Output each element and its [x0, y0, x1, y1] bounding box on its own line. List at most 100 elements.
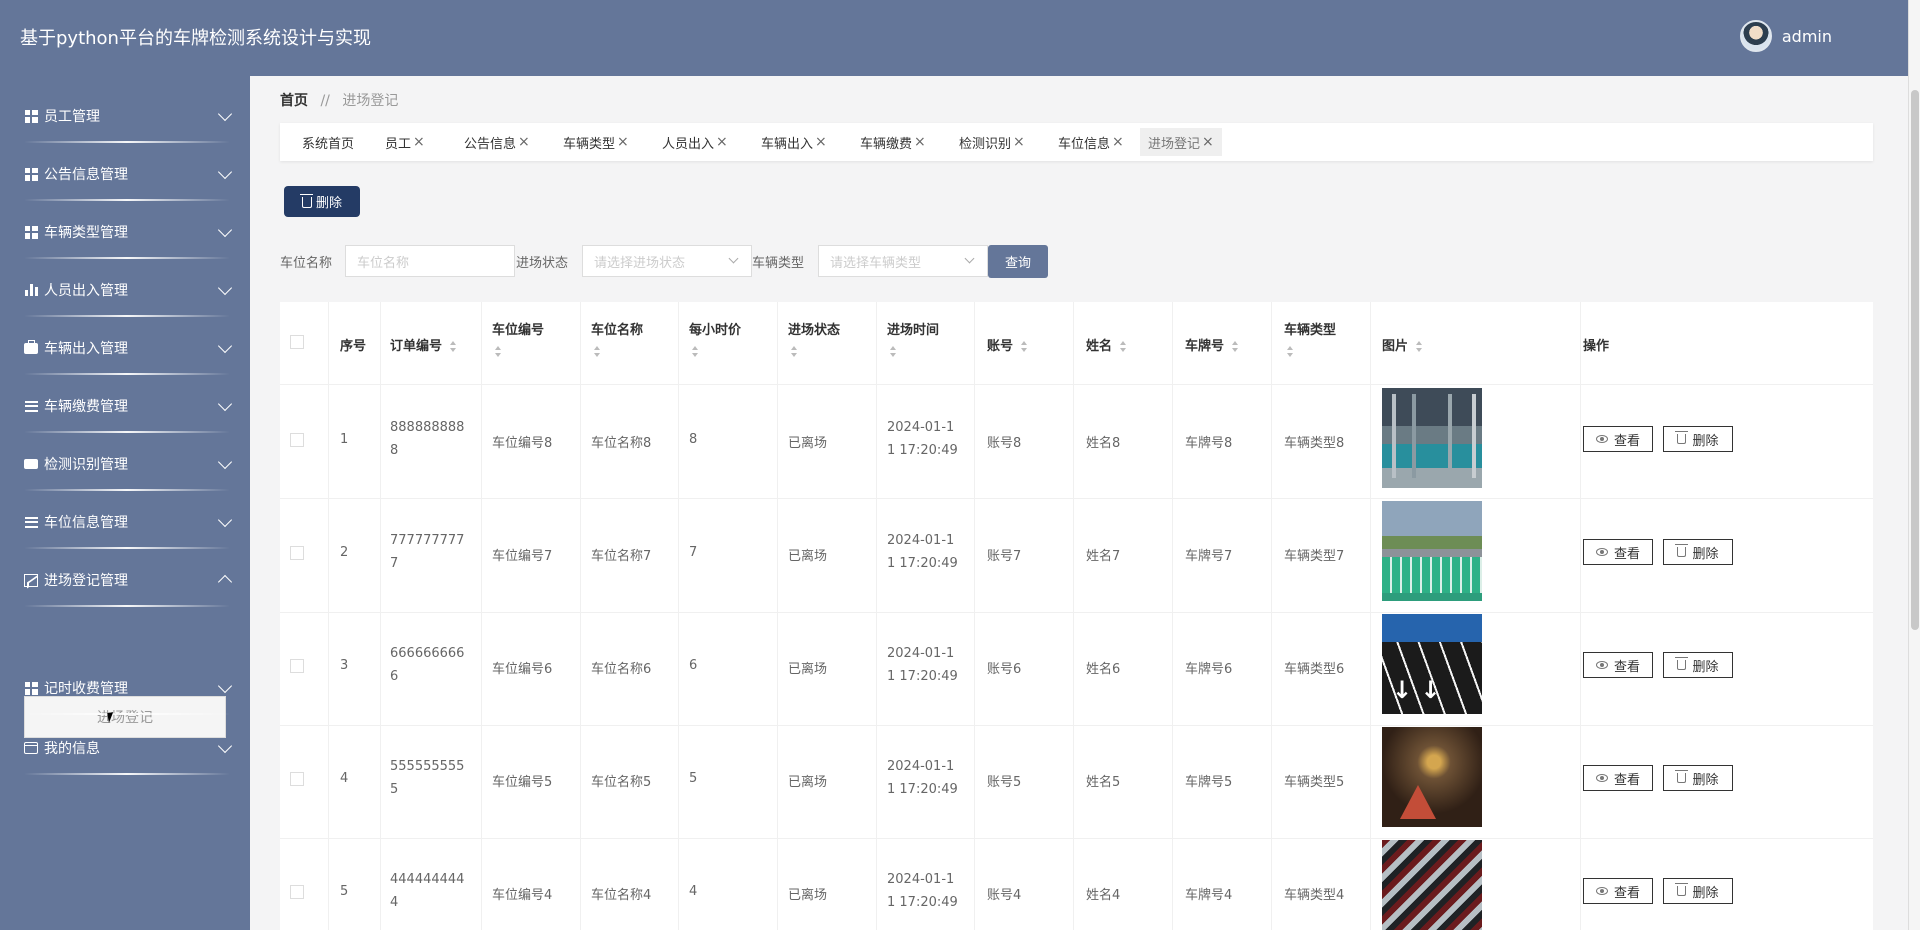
delete-button[interactable]: 删除 [1663, 652, 1733, 678]
column-header-entry-status[interactable]: 进场状态 [788, 319, 840, 357]
row-checkbox[interactable] [290, 546, 304, 560]
trash-icon [1675, 544, 1689, 557]
tab-parking-space[interactable]: 车位信息 × [1050, 128, 1132, 156]
sidebar-item-parking-space-management[interactable]: 车位信息管理 [24, 493, 233, 551]
view-button[interactable]: 查看 [1583, 539, 1653, 565]
close-icon[interactable]: × [617, 134, 629, 150]
sidebar-item-vehicle-type-management[interactable]: 车辆类型管理 [24, 203, 233, 261]
column-header-image[interactable]: 图片 [1382, 335, 1423, 354]
close-icon[interactable]: × [1013, 134, 1025, 150]
eye-icon [1595, 661, 1608, 669]
chevron-down-icon [217, 222, 233, 238]
sort-icon[interactable] [1231, 341, 1239, 352]
grid-icon [24, 225, 38, 239]
many-cars-image[interactable] [1382, 840, 1482, 930]
tab-vehicle-entry-exit[interactable]: 车辆出入 × [753, 128, 835, 156]
select-all-checkbox[interactable] [290, 335, 304, 349]
view-button[interactable]: 查看 [1583, 426, 1653, 452]
sidebar-item-entry-registration-management[interactable]: 进场登记管理 [24, 551, 233, 609]
underground-lot-image[interactable] [1382, 727, 1482, 827]
delete-button[interactable]: 删除 [1663, 765, 1733, 791]
space-name-input[interactable]: 车位名称 [345, 245, 515, 277]
grass-parking-image[interactable] [1382, 501, 1482, 601]
delete-button[interactable]: 删除 [1663, 539, 1733, 565]
sidebar-item-my-info[interactable]: 我的信息 [24, 719, 233, 777]
column-header-name[interactable]: 姓名 [1086, 335, 1127, 354]
close-icon[interactable]: × [716, 134, 728, 150]
sort-icon[interactable] [449, 341, 457, 352]
chevron-down-icon [964, 253, 975, 264]
column-header-index: 序号 [340, 339, 367, 354]
sort-icon[interactable] [691, 346, 699, 357]
column-header-vehicle-type[interactable]: 车辆类型 [1284, 319, 1336, 357]
tab-system-home[interactable]: 系统首页 [294, 128, 362, 156]
column-header-entry-time[interactable]: 进场时间 [887, 319, 939, 357]
bulk-delete-button[interactable]: 删除 [284, 186, 360, 217]
parking-garage-image[interactable] [1382, 388, 1482, 488]
sidebar-item-label: 我的信息 [44, 741, 100, 757]
tabs-bar: 系统首页 员工 × 公告信息 × 车辆类型 × 人员出入 × 车辆出入 × 车辆缴费 × 检… [280, 123, 1873, 161]
tab-announcement[interactable]: 公告信息 × [456, 128, 538, 156]
sort-icon[interactable] [889, 346, 897, 357]
tab-vehicle-type[interactable]: 车辆类型 × [555, 128, 637, 156]
user-menu[interactable]: admin [1739, 20, 1832, 52]
tab-label: 车位信息 [1058, 136, 1111, 152]
sidebar-item-vehicle-entry-exit-management[interactable]: 车辆出入管理 [24, 319, 233, 377]
sidebar-item-detection-recognition-management[interactable]: 检测识别管理 [24, 435, 233, 493]
close-icon[interactable]: × [413, 134, 425, 150]
row-checkbox[interactable] [290, 772, 304, 786]
breadcrumb-home[interactable]: 首页 [280, 93, 308, 109]
view-button[interactable]: 查看 [1583, 878, 1653, 904]
sort-icon[interactable] [1286, 346, 1294, 357]
vehicle-type-select[interactable]: 请选择车辆类型 [818, 245, 988, 277]
list-icon [24, 515, 38, 529]
road-parking-image[interactable] [1382, 614, 1482, 714]
close-icon[interactable]: × [914, 134, 926, 150]
user-name[interactable]: admin [1782, 27, 1832, 46]
entry-status-select[interactable]: 请选择进场状态 [582, 245, 752, 277]
delete-button[interactable]: 删除 [1663, 878, 1733, 904]
sidebar-item-vehicle-payment-management[interactable]: 车辆缴费管理 [24, 377, 233, 435]
row-checkbox[interactable] [290, 659, 304, 673]
sort-icon[interactable] [593, 346, 601, 357]
delete-button[interactable]: 删除 [1663, 426, 1733, 452]
column-header-hourly-price[interactable]: 每小时价 [689, 319, 741, 357]
entry-status-placeholder: 请选择进场状态 [594, 255, 686, 271]
sort-icon[interactable] [1415, 341, 1423, 352]
view-button[interactable]: 查看 [1583, 652, 1653, 678]
close-icon[interactable]: × [1202, 134, 1214, 150]
page-scrollbar[interactable] [1908, 0, 1920, 930]
sidebar-item-timed-charging-management[interactable]: 记时收费管理 [24, 659, 233, 717]
scrollbar-thumb[interactable] [1911, 90, 1919, 630]
chevron-down-icon [217, 512, 233, 528]
row-checkbox[interactable] [290, 433, 304, 447]
row-checkbox[interactable] [290, 885, 304, 899]
sidebar-item-employee-management[interactable]: 员工管理 [24, 87, 233, 145]
sidebar-item-announcement-management[interactable]: 公告信息管理 [24, 145, 233, 203]
close-icon[interactable]: × [518, 134, 530, 150]
sort-icon[interactable] [790, 346, 798, 357]
column-header-space-name[interactable]: 车位名称 [591, 319, 643, 357]
tab-vehicle-payment[interactable]: 车辆缴费 × [852, 128, 934, 156]
column-header-space-no[interactable]: 车位编号 [492, 319, 544, 357]
close-icon[interactable]: × [815, 134, 827, 150]
vehicle-type-placeholder: 请选择车辆类型 [830, 255, 922, 271]
eye-icon [1595, 435, 1608, 443]
sort-icon[interactable] [1020, 341, 1028, 352]
tab-employee[interactable]: 员工 × [377, 128, 433, 156]
eye-icon [1595, 887, 1608, 895]
tab-person-entry-exit[interactable]: 人员出入 × [654, 128, 736, 156]
column-header-plate[interactable]: 车牌号 [1185, 335, 1239, 354]
close-icon[interactable]: × [1112, 134, 1124, 150]
sort-icon[interactable] [494, 346, 502, 357]
avatar[interactable] [1739, 20, 1772, 52]
column-header-account[interactable]: 账号 [987, 335, 1028, 354]
sidebar-item-label: 车辆缴费管理 [44, 399, 128, 415]
sidebar-item-person-entry-exit-management[interactable]: 人员出入管理 [24, 261, 233, 319]
query-button[interactable]: 查询 [988, 245, 1048, 278]
tab-entry-registration[interactable]: 进场登记 × [1140, 128, 1222, 156]
column-header-order-no[interactable]: 订单编号 [390, 335, 457, 354]
tab-detection-recognition[interactable]: 检测识别 × [951, 128, 1033, 156]
view-button[interactable]: 查看 [1583, 765, 1653, 791]
sort-icon[interactable] [1119, 341, 1127, 352]
